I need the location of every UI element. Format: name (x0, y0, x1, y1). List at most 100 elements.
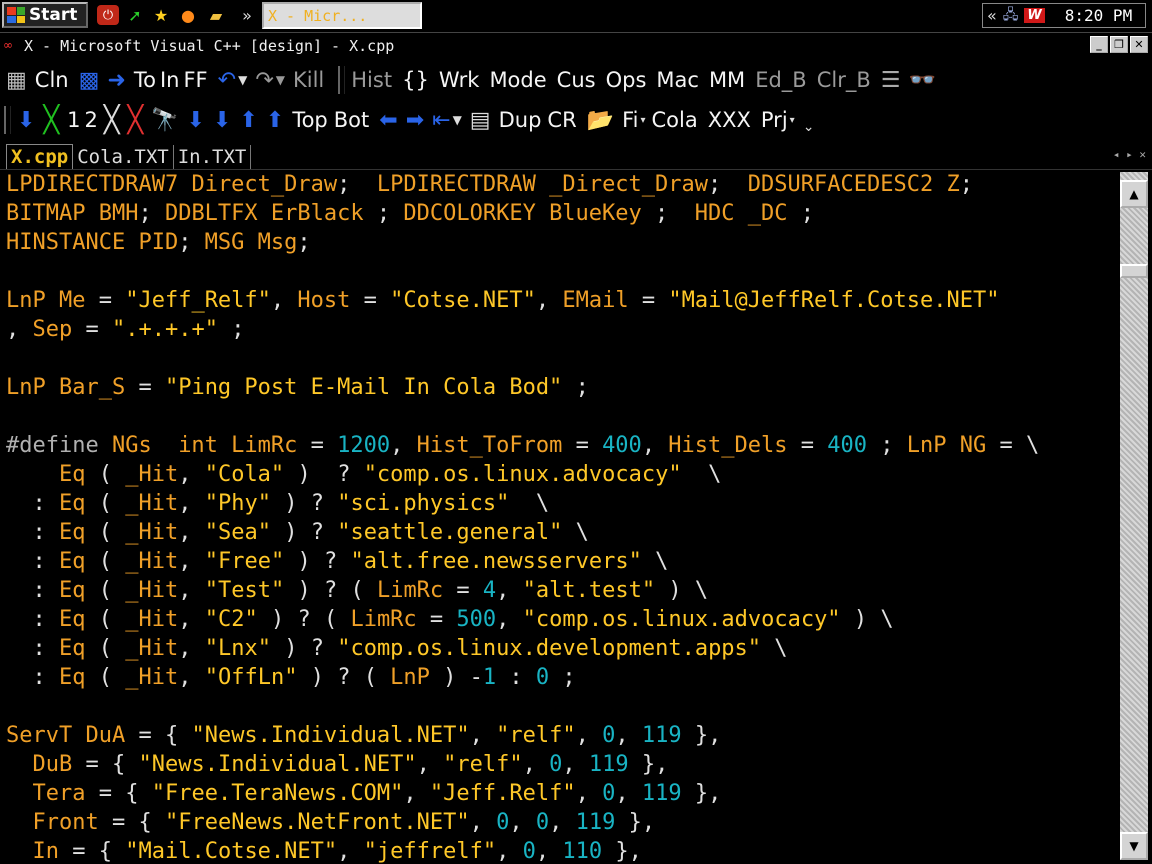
tab-scroll-arrows-icon[interactable]: ◂ ▸ ✕ (1113, 148, 1146, 161)
two-button[interactable]: 2 (84, 108, 97, 132)
restore-button[interactable]: ❐ (1110, 36, 1128, 53)
w-app-tray-icon[interactable]: W (1024, 8, 1045, 23)
wrk-button[interactable]: Wrk (439, 68, 480, 92)
star-icon[interactable]: ★ (150, 5, 172, 25)
visual-cpp-icon[interactable]: ∞ (3, 38, 13, 52)
cus-button[interactable]: Cus (557, 68, 596, 92)
tab-x-cpp[interactable]: X.cpp (6, 144, 74, 169)
code-line[interactable]: : Eq ( _Hit, "C2" ) ? ( LimRc = 500, "co… (6, 607, 894, 632)
code-line[interactable]: : Eq ( _Hit, "Lnx" ) ? "comp.os.linux.de… (6, 636, 788, 661)
kill-button[interactable]: Kill (293, 68, 324, 92)
code-text[interactable]: LPDIRECTDRAW7 Direct_Draw; LPDIRECTDRAW … (0, 170, 1118, 864)
window-titlebar: ∞ X - Microsoft Visual C++ [design] - X.… (0, 35, 1152, 56)
code-line[interactable]: : Eq ( _Hit, "Phy" ) ? "sci.physics" \ (6, 491, 550, 516)
code-line[interactable]: ServT DuA = { "News.Individual.NET", "re… (6, 723, 721, 748)
close-button[interactable]: ✕ (1130, 36, 1148, 53)
tab-cola-txt[interactable]: Cola.TXT (73, 145, 174, 169)
one-button[interactable]: 1 (67, 108, 80, 132)
undo-icon[interactable]: ↶ (218, 68, 236, 93)
braces-button[interactable]: {} (402, 68, 429, 92)
code-line[interactable]: : Eq ( _Hit, "Sea" ) ? "seattle.general"… (6, 520, 589, 545)
scroll-down-button[interactable]: ▼ (1120, 832, 1148, 860)
to-button[interactable]: To (134, 68, 156, 92)
toolbar-grip[interactable] (338, 66, 346, 94)
grid-icon[interactable]: ▩ (79, 68, 100, 93)
in-button[interactable]: In (160, 68, 180, 92)
arrow-right-icon[interactable]: ➜ (107, 68, 125, 93)
cola-button[interactable]: Cola (652, 108, 698, 132)
code-line[interactable]: HINSTANCE PID; MSG Msg; (6, 230, 311, 255)
arrow-down-2-icon[interactable]: ⬇ (187, 108, 205, 133)
firefox-icon[interactable]: ● (176, 5, 200, 25)
code-line[interactable]: Tera = { "Free.TeraNews.COM", "Jeff.Relf… (6, 781, 721, 806)
start-button[interactable]: Start (2, 2, 88, 28)
network-icon[interactable]: 🖧 (1003, 4, 1019, 28)
tray-chevron-icon[interactable]: « (987, 6, 997, 25)
redo-icon[interactable]: ↷ (255, 68, 273, 93)
code-line[interactable]: In = { "Mail.Cotse.NET", "jeffrelf", 0, … (6, 839, 641, 864)
arrow-up-2-icon[interactable]: ⬆ (266, 108, 284, 133)
arrow-left-icon[interactable]: ⬅ (379, 108, 397, 133)
mode-button[interactable]: Mode (489, 68, 546, 92)
power-icon[interactable]: ⏻ (97, 5, 119, 25)
white-x-icon[interactable]: ╳ (104, 105, 120, 135)
arrow-down-3-icon[interactable]: ⬇ (213, 108, 231, 133)
red-x-icon[interactable]: ╳ (128, 105, 144, 135)
green-x-icon[interactable]: ╳ (43, 105, 59, 135)
undo-dropdown-icon[interactable]: ▼ (238, 73, 247, 87)
cln-button[interactable]: Cln (35, 68, 69, 92)
arrow-up-icon[interactable]: ⬆ (239, 108, 257, 133)
code-line[interactable]: LPDIRECTDRAW7 Direct_Draw; LPDIRECTDRAW … (6, 172, 973, 197)
code-line[interactable]: Eq ( _Hit, "Cola" ) ? "comp.os.linux.adv… (6, 462, 721, 487)
ops-button[interactable]: Ops (606, 68, 647, 92)
binoculars-icon[interactable]: 🔭 (151, 108, 178, 133)
ff-button[interactable]: FF (183, 68, 207, 92)
prj-dropdown-icon[interactable]: ▾ (790, 115, 795, 126)
vertical-scrollbar[interactable]: ▲ ▼ (1120, 172, 1148, 860)
mm-button[interactable]: MM (709, 68, 745, 92)
outdent-icon[interactable]: ⇤ (432, 108, 450, 133)
task-button-visual-cpp[interactable]: X - Micr... (262, 2, 422, 29)
code-line[interactable]: #define NGs int LimRc = 1200, Hist_ToFro… (6, 433, 1039, 458)
code-line[interactable]: LnP Me = "Jeff_Relf", Host = "Cotse.NET"… (6, 288, 999, 313)
glasses-icon[interactable]: 👓 (908, 68, 935, 93)
code-line[interactable]: : Eq ( _Hit, "Test" ) ? ( LimRc = 4, "al… (6, 578, 709, 603)
code-line[interactable]: : Eq ( _Hit, "Free" ) ? "alt.free.newsse… (6, 549, 669, 574)
mac-button[interactable]: Mac (656, 68, 699, 92)
code-line[interactable]: DuB = { "News.Individual.NET", "relf", 0… (6, 752, 668, 777)
tab-in-txt[interactable]: In.TXT (174, 145, 252, 169)
code-line[interactable]: , Sep = ".+.+.+" ; (6, 317, 244, 342)
prj-button[interactable]: Prj (761, 108, 788, 132)
fi-dropdown-icon[interactable]: ▾ (640, 115, 645, 126)
hist-button[interactable]: Hist (351, 68, 392, 92)
code-line[interactable]: Front = { "FreeNews.NetFront.NET", 0, 0,… (6, 810, 655, 835)
toolbar-overflow-icon[interactable]: ⌄ (803, 119, 815, 135)
cr-button[interactable]: CR (547, 108, 576, 132)
redo-dropdown-icon[interactable]: ▼ (276, 73, 285, 87)
clr-b-button[interactable]: Clr_B (817, 68, 871, 92)
arrow-launch-icon[interactable]: ➚ (124, 5, 146, 25)
list-icon[interactable]: ☰ (881, 68, 901, 93)
dup-button[interactable]: Dup (499, 108, 542, 132)
fi-button[interactable]: Fi (622, 108, 638, 132)
code-line[interactable]: : Eq ( _Hit, "OffLn" ) ? ( LnP ) -1 : 0 … (6, 665, 576, 690)
code-line[interactable]: LnP Bar_S = "Ping Post E-Mail In Cola Bo… (6, 375, 589, 400)
bot-button[interactable]: Bot (334, 108, 370, 132)
window-list-icon[interactable]: ▤ (470, 108, 491, 133)
outdent-dropdown-icon[interactable]: ▼ (453, 113, 462, 127)
save-all-icon[interactable]: ▦ (6, 68, 27, 93)
arrow-down-icon[interactable]: ⬇ (17, 108, 35, 133)
xxx-button[interactable]: XXX (708, 108, 751, 132)
folder-icon[interactable]: ▰ (204, 5, 228, 25)
code-line[interactable]: BITMAP BMH; DDBLTFX ErBlack ; DDCOLORKEY… (6, 201, 814, 226)
scroll-up-button[interactable]: ▲ (1120, 180, 1148, 208)
minimize-button[interactable]: _ (1090, 36, 1108, 53)
toolbar2-grip[interactable] (4, 106, 11, 134)
scroll-thumb[interactable] (1120, 264, 1148, 278)
open-folder-icon[interactable]: 📂 (587, 108, 614, 133)
ed-b-button[interactable]: Ed_B (755, 68, 807, 92)
quicklaunch-overflow-icon[interactable]: » (238, 5, 256, 25)
code-editor[interactable]: LPDIRECTDRAW7 Direct_Draw; LPDIRECTDRAW … (0, 170, 1118, 864)
top-button[interactable]: Top (292, 108, 327, 132)
arrow-right-2-icon[interactable]: ➡ (406, 108, 424, 133)
